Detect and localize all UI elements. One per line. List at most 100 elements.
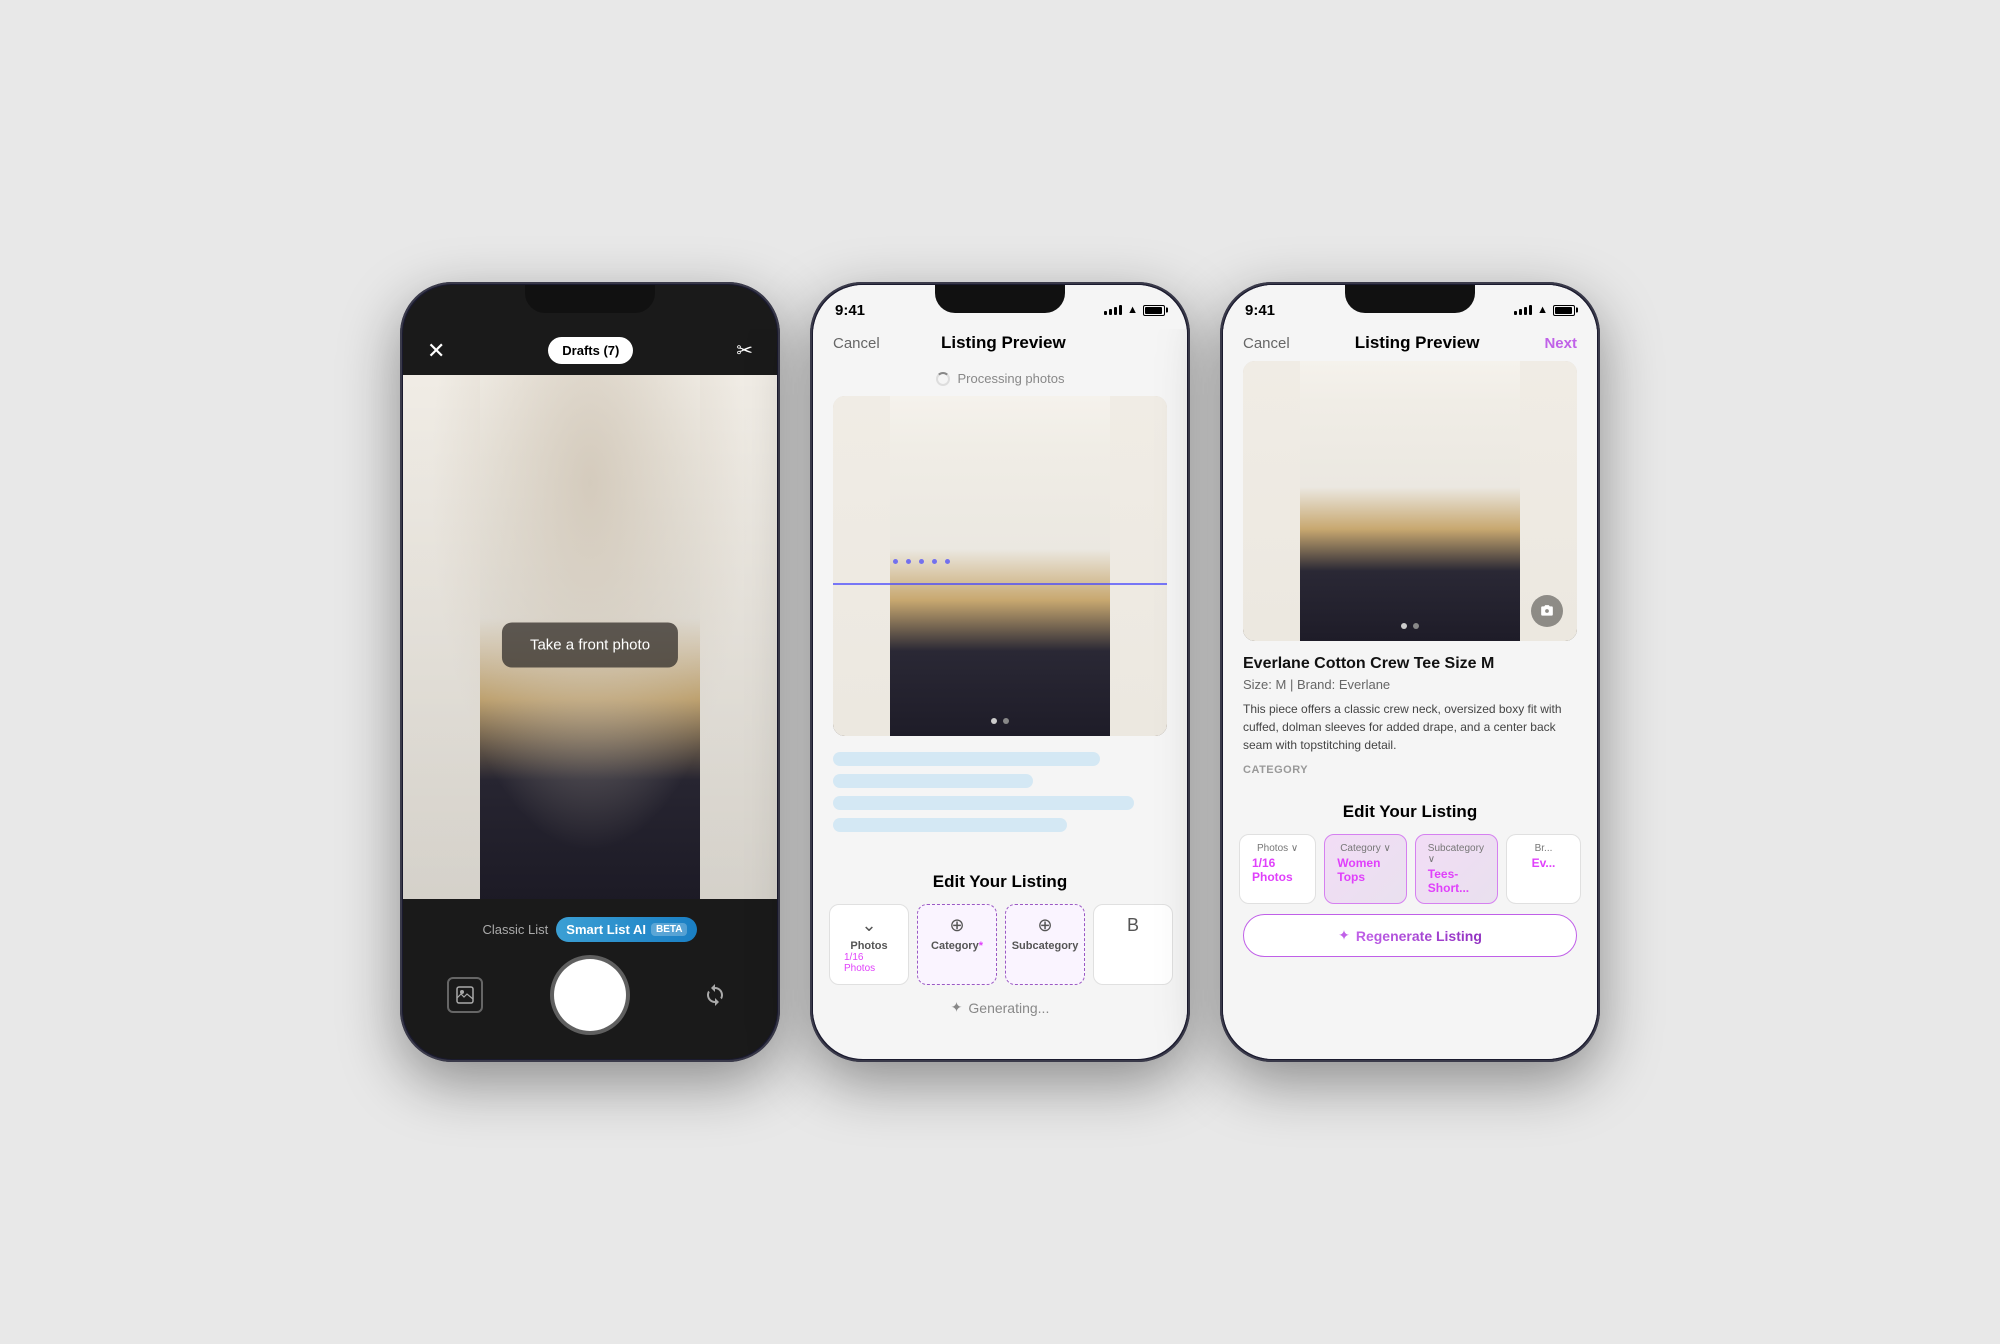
- notch: [525, 285, 655, 313]
- camera-controls: [403, 959, 777, 1031]
- photos-value: 1/16 Photos: [1252, 856, 1303, 884]
- shutter-button[interactable]: [554, 959, 626, 1031]
- front-photo-label: Take a front photo: [502, 623, 678, 668]
- brand-tab[interactable]: Br... Ev...: [1506, 834, 1581, 904]
- listing-photo-card: [833, 396, 1167, 736]
- close-button[interactable]: ✕: [427, 338, 445, 364]
- regenerate-label: Regenerate Listing: [1356, 928, 1482, 944]
- smart-list-label: Smart List AI: [566, 922, 646, 937]
- nav-bar: Cancel Listing Preview Next: [1223, 329, 1597, 361]
- battery-icon: [1553, 305, 1575, 316]
- listing-description: This piece offers a classic crew neck, o…: [1243, 700, 1577, 754]
- brand-value: Ev...: [1532, 856, 1556, 870]
- photos-tab[interactable]: ⌄ Photos 1/16 Photos: [829, 904, 909, 985]
- camera-header: ✕ Drafts (7) ✂: [403, 329, 777, 372]
- cancel-button[interactable]: Cancel: [1243, 335, 1290, 352]
- status-time: 9:41: [835, 302, 865, 319]
- photo-dots: [1401, 623, 1419, 629]
- photos-count: 1/16 Photos: [844, 952, 894, 974]
- classic-list-label: Classic List: [483, 922, 549, 937]
- next-button[interactable]: Next: [1544, 335, 1577, 352]
- flip-camera-button[interactable]: [697, 977, 733, 1013]
- skeleton-loading: [813, 736, 1187, 856]
- camera-photo: Take a front photo: [403, 375, 777, 915]
- subcategory-plus-icon: ⊕: [1037, 915, 1052, 936]
- smart-list-pill[interactable]: Smart List AI BETA: [556, 917, 697, 942]
- skeleton-line-2: [833, 774, 1033, 788]
- category-plus-icon: ⊕: [949, 915, 964, 936]
- brand-label-top: Br...: [1535, 843, 1553, 854]
- subcategory-tab[interactable]: ⊕ Subcategory: [1005, 904, 1085, 985]
- category-label: CATEGORY: [1243, 764, 1577, 776]
- spinner-icon: [936, 372, 950, 386]
- category-tab[interactable]: Category ∨ Women Tops: [1324, 834, 1407, 904]
- photo-dot-2: [1413, 623, 1419, 629]
- category-tab-label: Category*: [931, 940, 983, 952]
- status-icons: ▲: [1514, 304, 1575, 316]
- skeleton-line-3: [833, 796, 1134, 810]
- listing-photo-image: [833, 396, 1167, 736]
- photos-label: Photos ∨: [1257, 843, 1298, 854]
- subcategory-tab-label: Subcategory: [1012, 940, 1079, 952]
- camera-screen: ✕ Drafts (7) ✂ Take a front photo: [403, 285, 777, 1059]
- brand-tab[interactable]: B: [1093, 904, 1173, 985]
- status-time: 9:41: [1245, 302, 1275, 319]
- camera-footer: Classic List Smart List AI BETA: [403, 899, 777, 1059]
- phones-container: ✕ Drafts (7) ✂ Take a front photo: [400, 282, 1600, 1062]
- subcategory-label-top: Subcategory ∨: [1428, 843, 1485, 865]
- complete-screen: 9:41 ▲: [1223, 285, 1597, 1059]
- category-label-top: Category ∨: [1340, 843, 1391, 854]
- sparkle-icon: ✦: [951, 999, 963, 1016]
- camera-overlay-icon[interactable]: [1531, 595, 1563, 627]
- edit-listing-title: Edit Your Listing: [813, 872, 1187, 892]
- photos-chevron-icon: ⌄: [861, 915, 876, 936]
- processing-screen: 9:41 ▲: [813, 285, 1187, 1059]
- category-tab[interactable]: ⊕ Category*: [917, 904, 997, 985]
- listing-photo-card: [1243, 361, 1577, 641]
- skeleton-line-4: [833, 818, 1067, 832]
- phone-complete: 9:41 ▲: [1220, 282, 1600, 1062]
- drafts-pill[interactable]: Drafts (7): [548, 337, 633, 364]
- wifi-icon: ▲: [1127, 304, 1138, 316]
- scan-line: [833, 583, 1167, 585]
- photos-tab[interactable]: Photos ∨ 1/16 Photos: [1239, 834, 1316, 904]
- cancel-button[interactable]: Cancel: [833, 335, 880, 352]
- brand-icon: B: [1127, 915, 1139, 936]
- camera-viewfinder: Take a front photo: [403, 375, 777, 915]
- battery-icon: [1143, 305, 1165, 316]
- photo-dot-2: [1003, 718, 1009, 724]
- signal-icon: [1104, 305, 1122, 315]
- listing-title: Everlane Cotton Crew Tee Size M: [1243, 655, 1577, 673]
- processing-indicator: Processing photos: [813, 361, 1187, 396]
- subcategory-tab[interactable]: Subcategory ∨ Tees- Short...: [1415, 834, 1498, 904]
- notch: [1345, 285, 1475, 313]
- signal-icon: [1514, 305, 1532, 315]
- nav-bar: Cancel Listing Preview: [813, 329, 1187, 361]
- gallery-button[interactable]: [447, 977, 483, 1013]
- processing-text: Processing photos: [958, 371, 1065, 386]
- page-title: Listing Preview: [941, 333, 1066, 353]
- wifi-icon: ▲: [1537, 304, 1548, 316]
- status-icons: ▲: [1104, 304, 1165, 316]
- edit-listing-section: Edit Your Listing ⌄ Photos 1/16 Photos ⊕…: [813, 856, 1187, 1030]
- subcategory-value: Tees- Short...: [1428, 867, 1485, 895]
- photo-dot-1: [991, 718, 997, 724]
- phone-camera: ✕ Drafts (7) ✂ Take a front photo: [400, 282, 780, 1062]
- photo-dots: [991, 718, 1009, 724]
- list-toggle: Classic List Smart List AI BETA: [483, 917, 698, 942]
- generating-text: Generating...: [968, 1000, 1049, 1016]
- regenerate-button[interactable]: ✦ Regenerate Listing: [1243, 914, 1577, 957]
- listing-meta: Size: M | Brand: Everlane: [1243, 677, 1577, 692]
- category-value: Women Tops: [1337, 856, 1394, 884]
- phone-processing: 9:41 ▲: [810, 282, 1190, 1062]
- listing-info: Everlane Cotton Crew Tee Size M Size: M …: [1223, 641, 1597, 802]
- scan-dots: [833, 559, 1167, 564]
- beta-badge: BETA: [651, 923, 687, 936]
- listing-photo-image: [1243, 361, 1577, 641]
- skeleton-line-1: [833, 752, 1100, 766]
- photos-tab-label: Photos: [850, 940, 887, 952]
- notch: [935, 285, 1065, 313]
- sparkle-icon: ✦: [1338, 927, 1350, 944]
- scissors-button[interactable]: ✂: [736, 338, 753, 363]
- page-title: Listing Preview: [1355, 333, 1480, 353]
